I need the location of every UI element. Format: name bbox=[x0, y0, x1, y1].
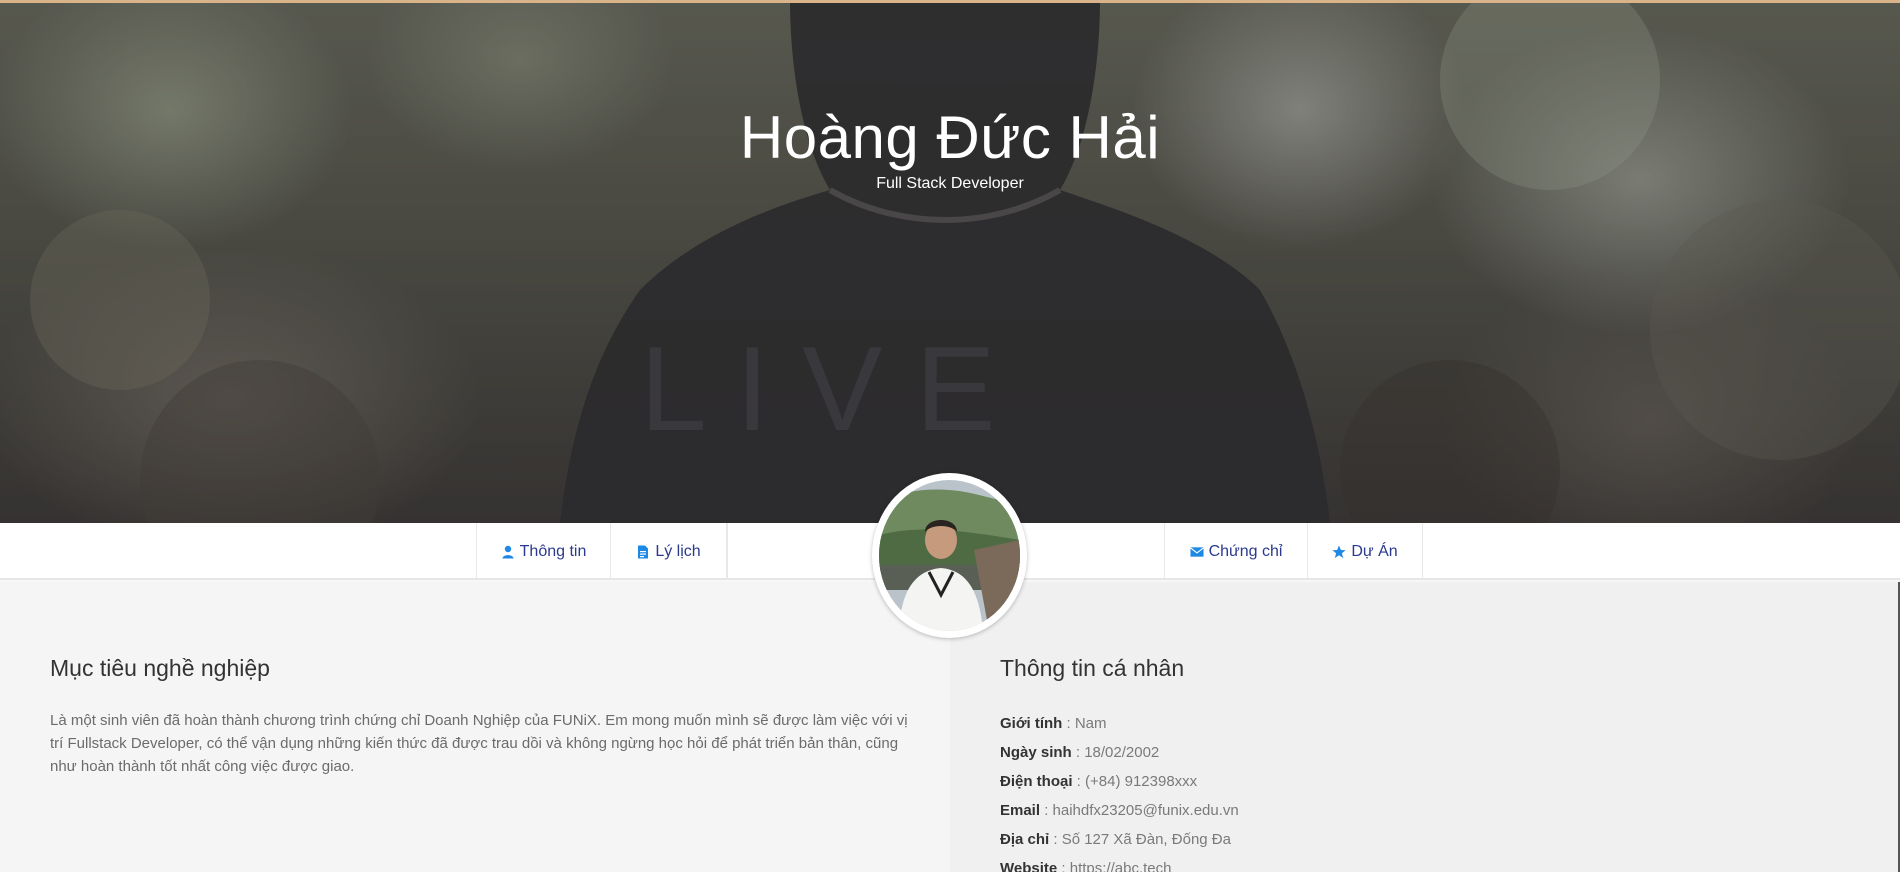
career-objective-title: Mục tiêu nghề nghiệp bbox=[50, 655, 270, 681]
profile-page: L I V E Hoàng Đức Hải Full Stack Develop… bbox=[0, 0, 1900, 872]
hero-background-photo: L I V E bbox=[30, 0, 1900, 523]
nav-tab-resume-label: Lý lịch bbox=[655, 542, 701, 560]
hero-heading-block: Hoàng Đức Hải Full Stack Developer bbox=[0, 100, 1900, 194]
info-label: Website bbox=[1000, 860, 1058, 872]
career-objective-section: Mục tiêu nghề nghiệp Là một sinh viên đã… bbox=[0, 582, 950, 872]
personal-info-list: Giới tính : Nam Ngày sinh : 18/02/2002 Đ… bbox=[1000, 709, 1239, 872]
info-row-email: Email : haihdfx23205@funix.edu.vn bbox=[1000, 796, 1239, 825]
info-value: : Số 127 Xã Đàn, Đống Đa bbox=[1049, 831, 1231, 848]
top-accent-bar bbox=[0, 0, 1900, 3]
nav-tab-resume[interactable]: Lý lịch bbox=[610, 523, 727, 580]
info-row-phone: Điện thoại : (+84) 912398xxx bbox=[1000, 767, 1239, 796]
info-row-birthday: Ngày sinh : 18/02/2002 bbox=[1000, 738, 1239, 767]
nav-tab-certificates[interactable]: Chứng chỉ bbox=[1164, 523, 1308, 580]
info-value: : (+84) 912398xxx bbox=[1072, 773, 1198, 790]
info-value: : haihdfx23205@funix.edu.vn bbox=[1040, 802, 1239, 819]
info-value: : 18/02/2002 bbox=[1071, 744, 1160, 761]
nav-tab-info[interactable]: Thông tin bbox=[476, 523, 611, 580]
envelope-icon bbox=[1189, 545, 1204, 559]
star-icon bbox=[1332, 545, 1346, 559]
info-label: Địa chỉ bbox=[1000, 831, 1050, 848]
info-value: : Nam bbox=[1062, 715, 1107, 732]
avatar-frame bbox=[872, 473, 1027, 638]
info-row-website: Website : https://abc.tech bbox=[1000, 854, 1239, 872]
nav-tab-projects[interactable]: Dự Án bbox=[1307, 523, 1423, 580]
info-value: : https://abc.tech bbox=[1057, 860, 1172, 872]
personal-info-section: Thông tin cá nhân Giới tính : Nam Ngày s… bbox=[950, 582, 1900, 872]
hero-banner: L I V E Hoàng Đức Hải Full Stack Develop… bbox=[0, 0, 1900, 523]
career-objective-text: Là một sinh viên đã hoàn thành chương tr… bbox=[50, 712, 908, 775]
avatar bbox=[879, 480, 1020, 631]
profile-name: Hoàng Đức Hải bbox=[739, 104, 1161, 171]
nav-tab-projects-label: Dự Án bbox=[1351, 542, 1398, 560]
nav-tab-certificates-label: Chứng chỉ bbox=[1208, 542, 1283, 560]
nav-divider bbox=[727, 523, 728, 580]
info-label: Email bbox=[1000, 802, 1041, 819]
info-label: Ngày sinh bbox=[1000, 744, 1072, 761]
user-icon bbox=[501, 545, 515, 559]
info-row-gender: Giới tính : Nam bbox=[1000, 709, 1239, 738]
svg-text:L I V E: L I V E bbox=[640, 322, 996, 456]
personal-info-title: Thông tin cá nhân bbox=[1000, 655, 1185, 681]
nav-tab-info-label: Thông tin bbox=[519, 542, 587, 560]
profile-role: Full Stack Developer bbox=[876, 175, 1024, 192]
info-label: Điện thoại bbox=[1000, 773, 1073, 790]
info-row-address: Địa chỉ : Số 127 Xã Đàn, Đống Đa bbox=[1000, 825, 1239, 854]
info-label: Giới tính bbox=[1000, 715, 1063, 732]
file-icon bbox=[636, 545, 650, 559]
